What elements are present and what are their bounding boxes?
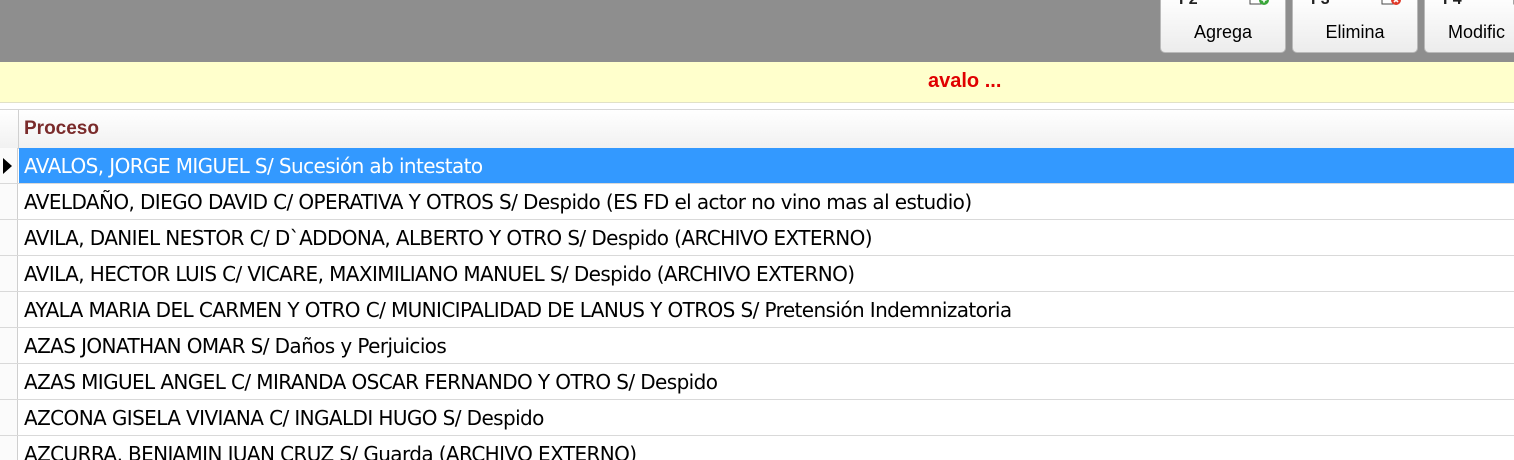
current-row-arrow-icon [3,158,12,174]
table-row[interactable]: AVELDAÑO, DIEGO DAVID C/ OPERATIVA Y OTR… [0,184,1514,220]
add-button[interactable]: F2 Agrega [1160,0,1286,53]
grid-rows: AVALOS, JORGE MIGUEL S/ Sucesión ab inte… [0,148,1514,460]
row-indicator[interactable] [0,436,18,460]
results-grid[interactable]: Proceso AVALOS, JORGE MIGUEL S/ Sucesión… [0,103,1514,460]
proceso-cell[interactable]: AYALA MARIA DEL CARMEN Y OTRO C/ MUNICIP… [19,292,1514,327]
row-indicator[interactable] [0,364,18,399]
proceso-cell[interactable]: AZAS MIGUEL ANGEL C/ MIRANDA OSCAR FERNA… [19,364,1514,399]
row-indicator-header [0,110,19,148]
toolbar: F2 Agrega F3 Elimina F4 Modific [0,0,1514,62]
proceso-cell[interactable]: AVILA, DANIEL NESTOR C/ D`ADDONA, ALBERT… [19,220,1514,255]
delete-label: Elimina [1325,22,1385,42]
table-row[interactable]: AZAS MIGUEL ANGEL C/ MIRANDA OSCAR FERNA… [0,364,1514,400]
proceso-cell[interactable]: AZCURRA, BENJAMIN JUAN CRUZ S/ Guarda (A… [19,436,1514,460]
delete-button[interactable]: F3 Elimina [1292,0,1418,53]
table-row[interactable]: AZCONA GISELA VIVIANA C/ INGALDI HUGO S/… [0,400,1514,436]
add-shortcut-key: F2 [1179,0,1198,9]
proceso-cell[interactable]: AZAS JONATHAN OMAR S/ Daños y Perjuicios [19,328,1514,363]
search-filter-text: avalo ... [928,70,1002,92]
row-indicator[interactable] [0,256,18,291]
proceso-cell[interactable]: AVALOS, JORGE MIGUEL S/ Sucesión ab inte… [19,148,1514,183]
table-row[interactable]: AVALOS, JORGE MIGUEL S/ Sucesión ab inte… [0,148,1514,184]
row-indicator[interactable] [0,328,18,363]
table-row[interactable]: AYALA MARIA DEL CARMEN Y OTRO C/ MUNICIP… [0,292,1514,328]
table-row[interactable]: AZCURRA, BENJAMIN JUAN CRUZ S/ Guarda (A… [0,436,1514,460]
row-indicator[interactable] [0,220,18,255]
add-document-icon [1249,0,1269,5]
table-row[interactable]: AZAS JONATHAN OMAR S/ Daños y Perjuicios [0,328,1514,364]
row-indicator[interactable] [0,400,18,435]
proceso-cell[interactable]: AVELDAÑO, DIEGO DAVID C/ OPERATIVA Y OTR… [19,184,1514,219]
proceso-cell[interactable]: AVILA, HECTOR LUIS C/ VICARE, MAXIMILIAN… [19,256,1514,291]
delete-document-icon [1381,0,1401,5]
modify-shortcut-key: F4 [1443,0,1462,9]
modify-label: Modific [1448,22,1506,42]
grid-header: Proceso [0,109,1514,149]
add-label: Agrega [1193,22,1253,42]
row-indicator[interactable] [0,148,18,183]
table-row[interactable]: AVILA, HECTOR LUIS C/ VICARE, MAXIMILIAN… [0,256,1514,292]
search-filter-bar: avalo ... [0,62,1514,103]
delete-shortcut-key: F3 [1311,0,1330,9]
proceso-cell[interactable]: AZCONA GISELA VIVIANA C/ INGALDI HUGO S/… [19,400,1514,435]
row-indicator[interactable] [0,184,18,219]
column-header-proceso[interactable]: Proceso [24,118,99,140]
modify-button[interactable]: F4 Modific [1424,0,1514,53]
table-row[interactable]: AVILA, DANIEL NESTOR C/ D`ADDONA, ALBERT… [0,220,1514,256]
row-indicator[interactable] [0,292,18,327]
